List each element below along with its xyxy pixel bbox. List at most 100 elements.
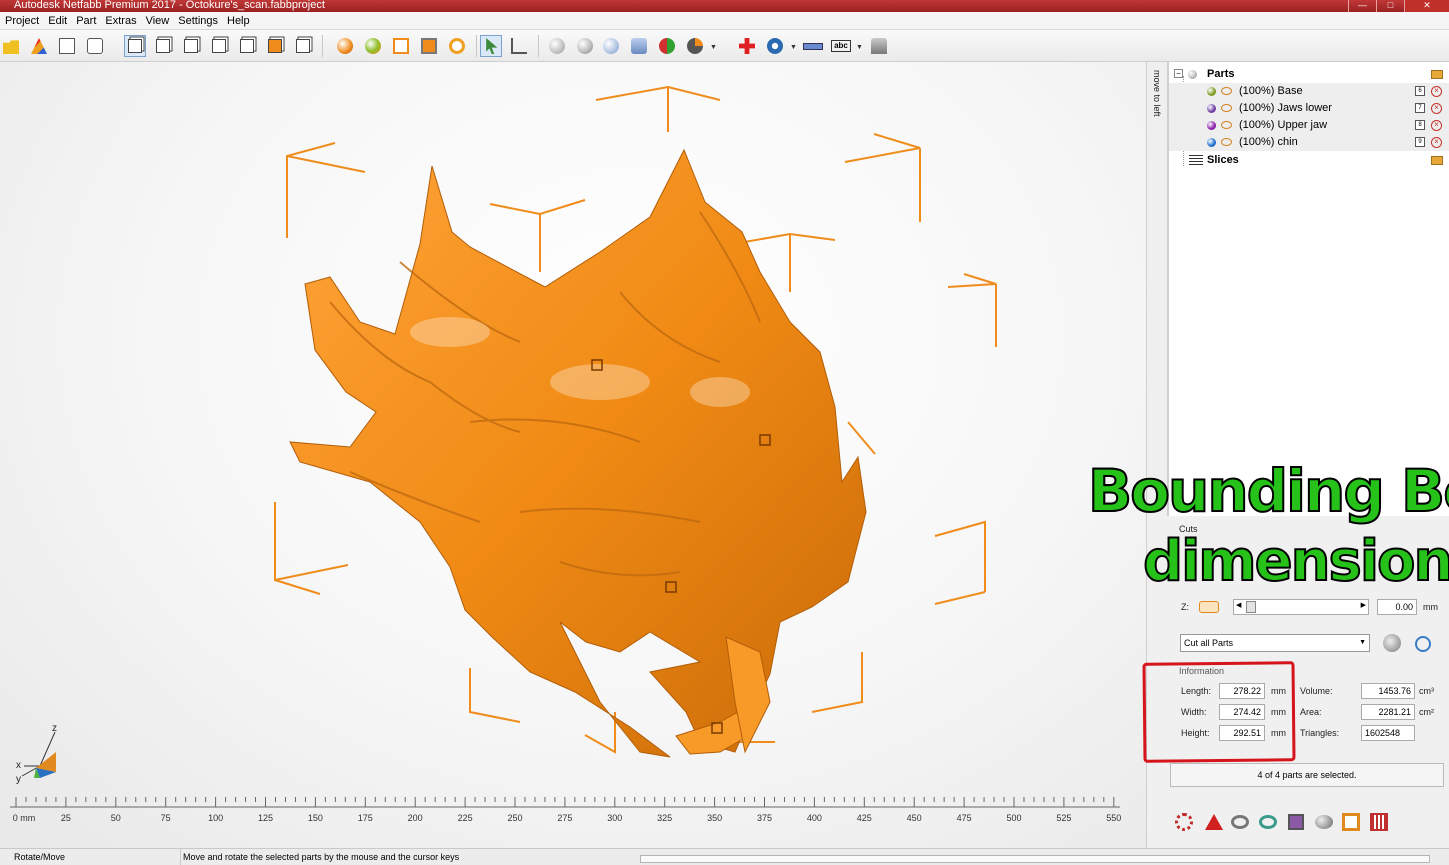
move-to-left-bar[interactable]: move to left [1146, 62, 1168, 516]
remove-part-icon[interactable]: × [1431, 103, 1442, 114]
select-icon[interactable] [480, 35, 502, 57]
tree-parts-node[interactable]: − Parts [1169, 66, 1449, 83]
repair-warning-icon[interactable] [1203, 812, 1225, 832]
part-number-box[interactable]: 7 [1415, 103, 1425, 113]
triangles-value: 1602548 [1361, 725, 1415, 741]
ruler-tick-label: 450 [906, 813, 922, 823]
view-front-icon[interactable] [124, 35, 146, 57]
gear-icon[interactable] [1174, 812, 1196, 832]
part-color-icon [1207, 138, 1216, 147]
reset-cut-icon[interactable] [1415, 636, 1431, 652]
camera-icon[interactable] [764, 35, 786, 57]
scale-icon[interactable] [628, 35, 650, 57]
open-icon[interactable] [0, 35, 22, 57]
title-bar: Autodesk Netfabb Premium 2017 - Octokure… [0, 0, 1449, 12]
menu-settings[interactable]: Settings [174, 15, 222, 27]
rotate-icon[interactable] [1230, 812, 1252, 832]
folder-icon[interactable] [1431, 156, 1443, 165]
layers-icon[interactable] [1286, 812, 1308, 832]
arrange-icon[interactable] [600, 35, 622, 57]
close-button[interactable]: ✕ [1404, 0, 1449, 12]
sphere-icon[interactable] [546, 35, 568, 57]
part-number-box[interactable]: 9 [1415, 137, 1425, 147]
tree-slices-node[interactable]: Slices [1169, 152, 1449, 169]
tree-item[interactable]: (100%) chin 9 × [1169, 134, 1449, 151]
3d-model-dragon-head[interactable] [289, 148, 867, 758]
menu-edit[interactable]: Edit [44, 15, 71, 27]
ruler-icon[interactable] [802, 35, 824, 57]
remove-part-icon[interactable]: × [1431, 137, 1442, 148]
repair-icon[interactable] [56, 35, 78, 57]
slider-left-arrow-icon[interactable]: ◀ [1236, 601, 1241, 609]
tree-item[interactable]: (100%) Upper jaw 8 × [1169, 117, 1449, 134]
visibility-eye-icon[interactable] [1221, 104, 1232, 112]
ruler-tick-label: 475 [956, 813, 972, 823]
shading-icon[interactable] [334, 35, 356, 57]
cut-mode-select[interactable]: Cut all Parts ▼ [1180, 634, 1370, 652]
z-value-input[interactable]: 0.00 [1377, 599, 1417, 615]
cut-execute-icon[interactable] [1383, 634, 1401, 652]
slices-icon [1189, 155, 1203, 165]
add-part-icon[interactable] [28, 35, 50, 57]
menu-part[interactable]: Part [72, 15, 100, 27]
chevron-down-icon[interactable]: ▼ [856, 44, 863, 51]
section-icon[interactable] [418, 35, 440, 57]
menu-extras[interactable]: Extras [101, 15, 140, 27]
slider-thumb[interactable] [1246, 601, 1256, 613]
refresh-icon[interactable] [1258, 812, 1280, 832]
visibility-eye-icon[interactable] [1221, 87, 1232, 95]
3d-viewport[interactable]: z x y Bounding Box [0, 62, 1146, 848]
sphere-icon[interactable] [1314, 812, 1336, 832]
colors-icon[interactable] [362, 35, 384, 57]
remove-part-icon[interactable]: × [1431, 120, 1442, 131]
scene-canvas[interactable]: z x y [0, 62, 1146, 848]
parts-tree: − Parts (100%) Base 6 × (100%) Jaws lowe… [1168, 62, 1449, 516]
ruler-tick-label: 175 [357, 813, 373, 823]
chevron-down-icon[interactable]: ▼ [710, 44, 717, 51]
visibility-eye-icon[interactable] [1221, 121, 1232, 129]
grid-icon[interactable] [1369, 812, 1391, 832]
dimensions-highlight [1142, 661, 1296, 763]
ruler-tick-label: 275 [557, 813, 573, 823]
add-icon[interactable] [84, 35, 106, 57]
slider-right-arrow-icon[interactable]: ▶ [1361, 601, 1366, 609]
orange-box-icon[interactable] [1341, 812, 1363, 832]
main-toolbar: ▼ ▼ abc ▼ [0, 30, 1449, 62]
move-to-left-label[interactable]: move to left [1152, 70, 1162, 117]
measure-icon[interactable] [508, 35, 530, 57]
view-right-icon[interactable] [208, 35, 230, 57]
folder-icon[interactable] [1431, 70, 1443, 79]
boolean-icon[interactable] [684, 35, 706, 57]
menu-help[interactable]: Help [223, 15, 254, 27]
menu-view[interactable]: View [142, 15, 174, 27]
menu-project[interactable]: Project [1, 15, 43, 27]
part-number-box[interactable]: 6 [1415, 86, 1425, 96]
part-number-box[interactable]: 8 [1415, 120, 1425, 130]
volume-value: 1453.76 [1361, 683, 1415, 699]
add-red-icon[interactable] [736, 35, 758, 57]
machine-icon[interactable] [868, 35, 890, 57]
ruler-tick-label: 150 [307, 813, 323, 823]
view-left-icon[interactable] [180, 35, 202, 57]
part-color-icon [1207, 121, 1216, 130]
view-bottom-icon[interactable] [264, 35, 286, 57]
volume-unit: cm³ [1419, 686, 1434, 696]
texture-icon[interactable] [656, 35, 678, 57]
tree-item[interactable]: (100%) Jaws lower 7 × [1169, 100, 1449, 117]
chevron-down-icon[interactable]: ▼ [790, 44, 797, 51]
view-back-icon[interactable] [152, 35, 174, 57]
z-slider[interactable]: ◀ ▶ [1233, 599, 1369, 615]
view-iso-icon[interactable] [292, 35, 314, 57]
tree-item[interactable]: (100%) Base 6 × [1169, 83, 1449, 100]
view-top-icon[interactable] [236, 35, 258, 57]
cut-plane-icon[interactable] [1199, 601, 1219, 613]
collapse-icon[interactable]: − [1174, 69, 1183, 78]
visibility-eye-icon[interactable] [1221, 138, 1232, 146]
zoom-icon[interactable] [446, 35, 468, 57]
maximize-button[interactable]: □ [1376, 0, 1404, 12]
move-icon[interactable] [574, 35, 596, 57]
remove-part-icon[interactable]: × [1431, 86, 1442, 97]
wireframe-icon[interactable] [390, 35, 412, 57]
minimize-button[interactable]: — [1348, 0, 1376, 12]
text-icon[interactable]: abc [830, 35, 852, 57]
